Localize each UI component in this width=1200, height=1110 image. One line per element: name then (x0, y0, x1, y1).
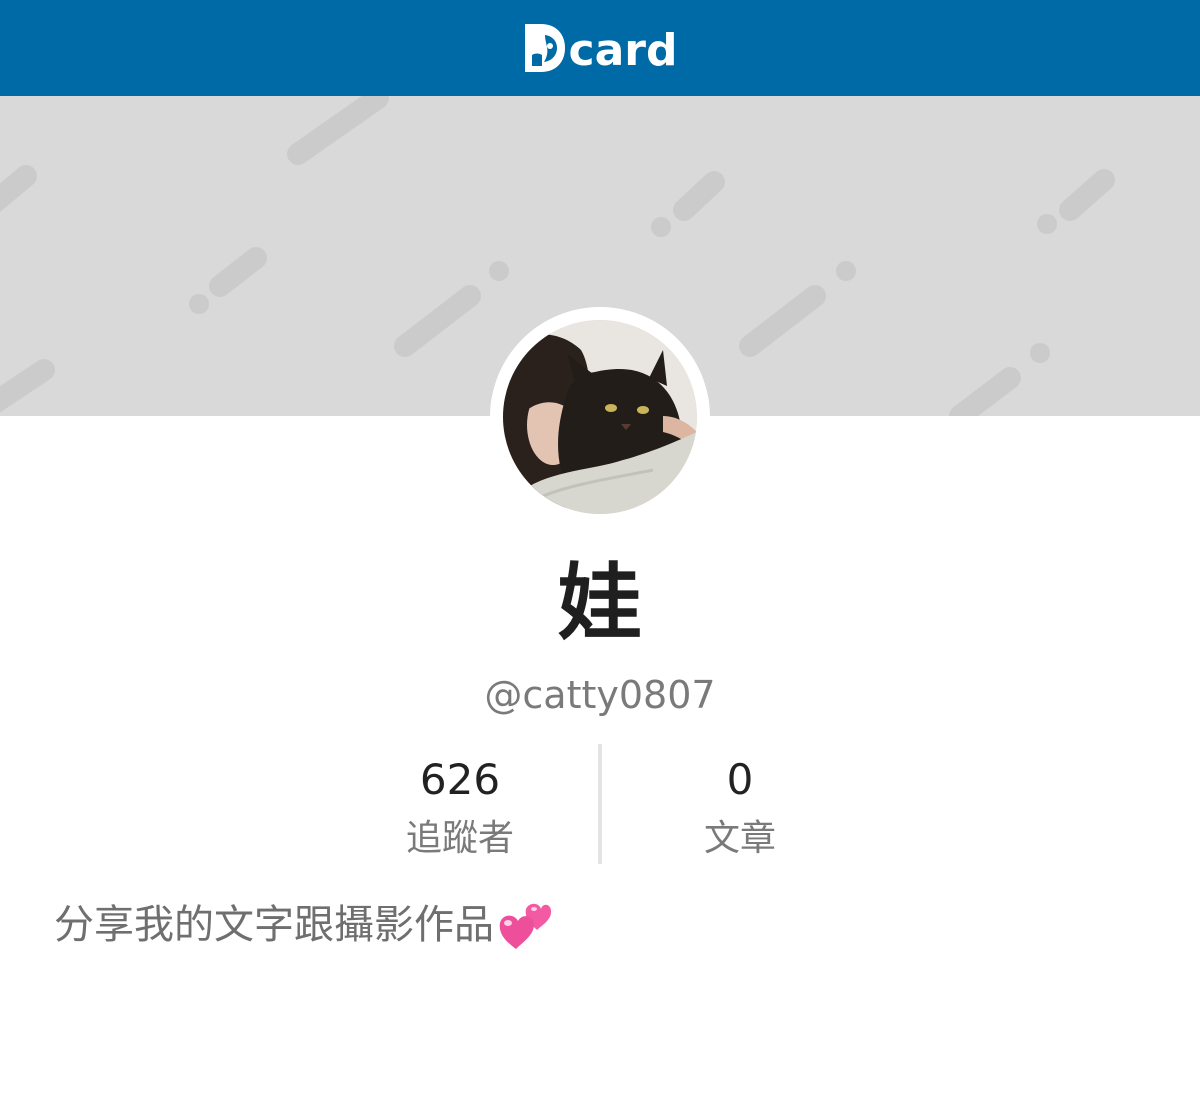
posts-stat[interactable]: 0 文章 (600, 744, 880, 862)
posts-count: 0 (726, 755, 754, 804)
two-hearts-icon (499, 903, 552, 949)
profile-avatar[interactable] (503, 320, 697, 514)
profile-name: 娃 (557, 554, 642, 652)
followers-stat[interactable]: 626 追蹤者 (320, 744, 600, 862)
profile-bio: 分享我的文字跟攝影作品 (54, 894, 552, 956)
dcard-logo-icon (524, 24, 565, 72)
profile-stats: 626 追蹤者 0 文章 (320, 744, 880, 864)
profile-handle: @catty0807 (484, 673, 716, 717)
top-navigation-bar: card (0, 0, 1200, 96)
posts-label: 文章 (703, 818, 776, 859)
bio-text: 分享我的文字跟攝影作品 (54, 902, 494, 948)
followers-count: 626 (419, 755, 501, 804)
dcard-logo[interactable]: card (523, 18, 678, 78)
followers-label: 追蹤者 (405, 818, 514, 859)
logo-wordmark: card (568, 25, 678, 76)
avatar-photo (503, 320, 697, 514)
